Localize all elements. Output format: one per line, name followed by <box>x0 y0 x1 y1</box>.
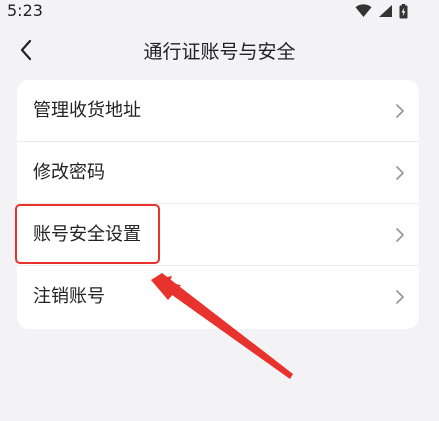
chevron-right-icon <box>395 289 405 305</box>
battery-icon <box>399 3 408 19</box>
chevron-right-icon <box>395 103 405 119</box>
menu-item-label: 修改密码 <box>33 162 105 183</box>
chevron-right-icon <box>395 227 405 243</box>
menu-item-account-security[interactable]: 账号安全设置 <box>17 204 419 266</box>
menu-item-manage-address[interactable]: 管理收货地址 <box>17 80 419 142</box>
chevron-right-icon <box>395 165 405 181</box>
status-time: 5:23 <box>7 1 43 20</box>
status-bar: 5:23 <box>0 0 439 24</box>
wifi-icon <box>355 4 372 18</box>
menu-card: 管理收货地址 修改密码 账号安全设置 注销账号 <box>17 80 419 329</box>
menu-item-label: 账号安全设置 <box>33 224 141 245</box>
menu-item-change-password[interactable]: 修改密码 <box>17 142 419 204</box>
menu-item-label: 注销账号 <box>33 286 105 307</box>
nav-bar: 通行证账号与安全 <box>0 30 439 74</box>
menu-item-label: 管理收货地址 <box>33 100 141 121</box>
status-icons <box>355 2 408 20</box>
page-title: 通行证账号与安全 <box>143 41 296 63</box>
signal-icon <box>378 4 393 18</box>
menu-item-cancel-account[interactable]: 注销账号 <box>17 266 419 328</box>
